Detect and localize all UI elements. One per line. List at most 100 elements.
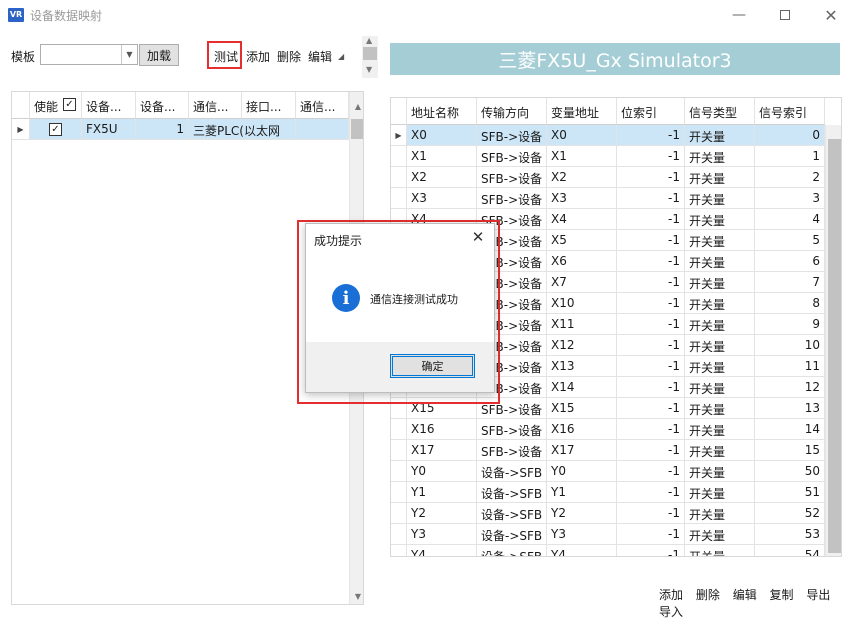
table-cell[interactable]: X5 [547,230,617,251]
table-cell[interactable]: X13 [547,356,617,377]
table-cell[interactable]: 10 [755,335,825,356]
table-cell[interactable]: X0 [407,125,477,146]
table-cell[interactable]: 7 [755,272,825,293]
table-cell[interactable]: X3 [547,188,617,209]
table-cell[interactable]: 开关量 [685,440,755,461]
column-header[interactable]: 设备... [82,92,136,119]
table-cell[interactable]: 开关量 [685,335,755,356]
table-cell[interactable]: Y1 [547,482,617,503]
ok-button[interactable]: 确定 [390,354,475,378]
table-cell[interactable]: Y0 [407,461,477,482]
table-cell[interactable]: Y3 [407,524,477,545]
table-cell[interactable] [296,119,349,140]
table-cell[interactable]: 开关量 [685,209,755,230]
table-cell[interactable]: X16 [547,419,617,440]
table-cell[interactable]: 6 [755,251,825,272]
table-cell[interactable]: Y3 [547,524,617,545]
table-cell[interactable]: 开关量 [685,482,755,503]
table-cell[interactable]: 设备->SFB [477,545,547,556]
table-cell[interactable]: -1 [617,503,685,524]
table-cell[interactable]: -1 [617,188,685,209]
table-cell[interactable]: X12 [547,335,617,356]
table-cell-enable[interactable]: ✓ [30,119,82,140]
table-cell[interactable]: -1 [617,146,685,167]
test-button[interactable]: 测试 [214,48,238,65]
table-cell[interactable]: 设备->SFB [477,461,547,482]
table-cell[interactable]: 13 [755,398,825,419]
table-cell[interactable]: -1 [617,398,685,419]
toolbar-scrollbar[interactable]: ▲ ▼ [362,36,378,78]
scroll-down-icon[interactable]: ▼ [366,65,372,74]
table-cell[interactable]: 三菱PLC(以太网 [189,119,296,140]
table-cell[interactable]: X2 [407,167,477,188]
table-cell[interactable]: 开关量 [685,272,755,293]
table-cell[interactable]: 14 [755,419,825,440]
table-cell[interactable]: -1 [617,335,685,356]
table-cell[interactable]: -1 [617,314,685,335]
table-cell[interactable]: Y4 [407,545,477,556]
table-cell[interactable]: 50 [755,461,825,482]
row-header[interactable] [391,461,407,482]
row-enable-checkbox[interactable]: ✓ [49,123,62,136]
column-header[interactable]: 信号索引 [755,98,825,125]
table-cell[interactable]: Y0 [547,461,617,482]
table-cell[interactable]: 53 [755,524,825,545]
table-cell[interactable]: -1 [617,125,685,146]
table-cell[interactable]: X17 [547,440,617,461]
table-cell[interactable]: 2 [755,167,825,188]
table-cell[interactable]: -1 [617,230,685,251]
row-header[interactable] [391,440,407,461]
edit-signal-button[interactable]: 编辑 [733,588,757,602]
table-cell[interactable]: 51 [755,482,825,503]
row-indicator-icon[interactable]: ▶ [12,119,30,140]
column-header[interactable]: 地址名称 [407,98,477,125]
table-cell[interactable]: 15 [755,440,825,461]
table-cell[interactable]: X0 [547,125,617,146]
table-cell[interactable]: -1 [617,293,685,314]
table-cell[interactable]: -1 [617,461,685,482]
chevron-down-icon[interactable]: ▼ [121,45,137,64]
table-cell[interactable]: -1 [617,377,685,398]
table-cell[interactable]: X7 [547,272,617,293]
table-cell[interactable]: X15 [547,398,617,419]
table-cell[interactable]: 11 [755,356,825,377]
add-device-button[interactable]: 添加 [246,48,270,65]
column-header[interactable]: 通信... [296,92,349,119]
table-cell[interactable]: 开关量 [685,503,755,524]
table-cell[interactable]: 开关量 [685,314,755,335]
column-header[interactable]: 变量地址 [547,98,617,125]
table-cell[interactable]: X16 [407,419,477,440]
table-cell[interactable]: 4 [755,209,825,230]
table-cell[interactable]: 开关量 [685,545,755,556]
signal-grid-scrollbar[interactable] [825,125,841,556]
export-button[interactable]: 导出 [806,588,830,602]
table-cell[interactable]: 12 [755,377,825,398]
table-cell[interactable]: Y2 [407,503,477,524]
minimize-button[interactable]: — [716,0,762,30]
table-cell[interactable]: 设备->SFB [477,482,547,503]
table-cell[interactable]: X1 [547,146,617,167]
table-cell[interactable]: 54 [755,545,825,556]
row-header[interactable] [391,503,407,524]
table-cell[interactable]: 1 [136,119,189,140]
table-cell[interactable]: 开关量 [685,146,755,167]
table-cell[interactable]: -1 [617,356,685,377]
table-cell[interactable]: 开关量 [685,188,755,209]
table-cell[interactable]: 开关量 [685,524,755,545]
row-header[interactable] [391,167,407,188]
table-cell[interactable]: 开关量 [685,293,755,314]
table-cell[interactable]: 开关量 [685,251,755,272]
table-cell[interactable]: SFB->设备 [477,440,547,461]
table-cell[interactable]: 0 [755,125,825,146]
table-cell[interactable]: X3 [407,188,477,209]
table-cell[interactable]: X1 [407,146,477,167]
copy-signal-button[interactable]: 复制 [770,588,794,602]
table-cell[interactable]: X14 [547,377,617,398]
table-cell[interactable]: -1 [617,419,685,440]
table-cell[interactable]: 开关量 [685,419,755,440]
table-cell[interactable]: X4 [547,209,617,230]
table-cell[interactable]: X6 [547,251,617,272]
column-header[interactable]: 接口... [242,92,296,119]
header-enable-checkbox[interactable]: ✓ [63,98,76,111]
template-select[interactable]: ▼ [40,44,138,65]
